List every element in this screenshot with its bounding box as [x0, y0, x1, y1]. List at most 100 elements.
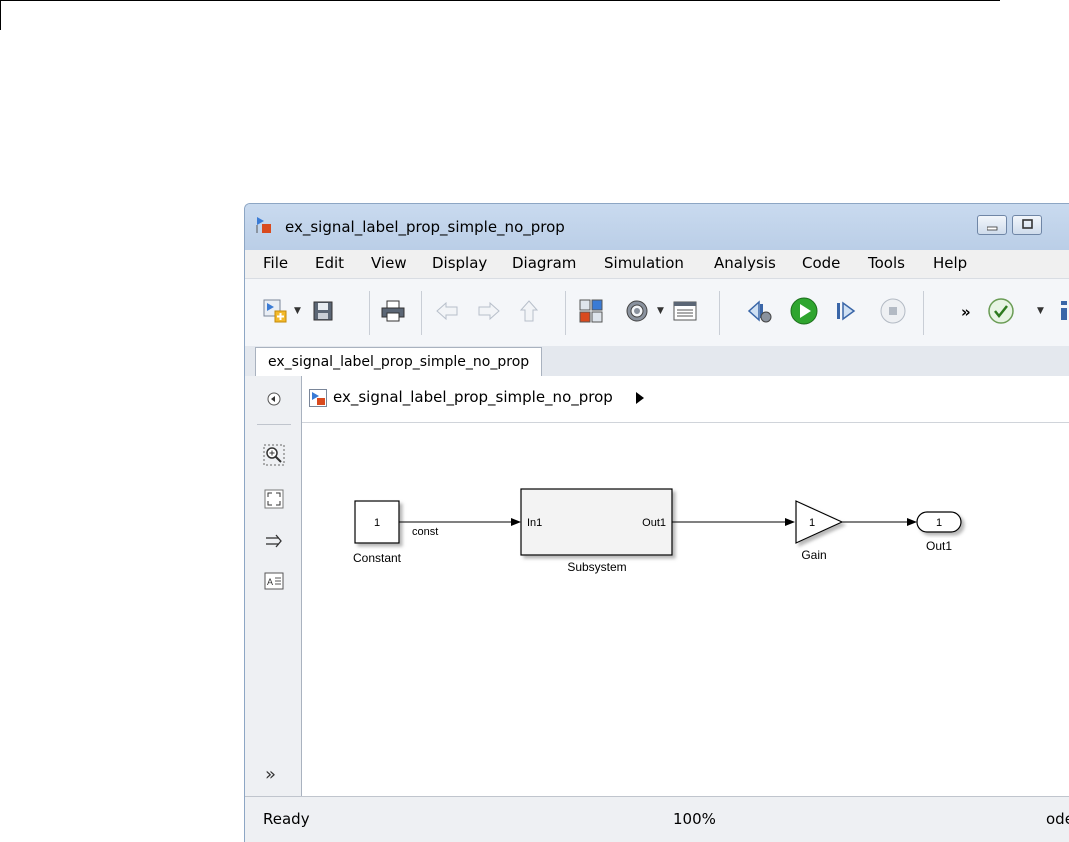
constant-value: 1	[374, 517, 380, 529]
sidebar-divider	[257, 424, 291, 425]
diagram-sidebar: A »	[245, 376, 302, 796]
breadcrumb-model-name[interactable]: ex_signal_label_prop_simple_no_prop	[333, 388, 613, 406]
fit-to-view-button[interactable]	[263, 488, 285, 510]
constant-block[interactable]: 1 Constant	[353, 500, 402, 565]
maximize-icon	[1022, 219, 1033, 229]
zoom-button[interactable]	[263, 444, 285, 466]
hide-explorer-button[interactable]	[263, 388, 285, 410]
sidebar-expand-button[interactable]: »	[265, 764, 276, 785]
route-lines-button[interactable]	[263, 530, 285, 552]
menu-analysis[interactable]: Analysis	[714, 254, 776, 272]
simulink-model-icon	[256, 217, 271, 233]
signal-label-const[interactable]: const	[412, 526, 438, 538]
stop-button[interactable]	[877, 295, 909, 327]
menu-edit[interactable]: Edit	[315, 254, 344, 272]
forward-button[interactable]	[473, 295, 505, 327]
run-play-icon	[790, 297, 818, 325]
fit-view-icon	[264, 489, 284, 509]
step-back-icon	[747, 300, 772, 323]
model-explorer-button[interactable]	[669, 295, 701, 327]
constant-label: Constant	[353, 551, 402, 565]
step-forward-button[interactable]	[829, 295, 861, 327]
gain-block[interactable]: 1 Gain	[795, 500, 844, 562]
toolbar-separator	[421, 291, 422, 335]
breadcrumb: ex_signal_label_prop_simple_no_prop	[302, 376, 1069, 423]
status-text: Ready	[263, 810, 310, 828]
subsystem-block[interactable]: In1 Out1 Subsystem	[520, 488, 673, 574]
subsystem-in-port: In1	[527, 517, 542, 529]
check-circle-icon	[988, 298, 1014, 324]
stop-icon	[880, 298, 906, 324]
model-breadcrumb-icon[interactable]	[309, 389, 327, 407]
subsystem-label: Subsystem	[567, 560, 626, 574]
toolbar-separator	[719, 291, 720, 335]
config-dropdown-icon[interactable]: ▼	[657, 306, 664, 316]
toolbar: ▼ ▼ » ▼	[245, 278, 1069, 347]
menu-display[interactable]: Display	[432, 254, 487, 272]
zoom-icon	[263, 444, 285, 466]
menu-diagram[interactable]: Diagram	[512, 254, 576, 272]
minimize-icon	[987, 226, 998, 231]
back-button[interactable]	[431, 295, 463, 327]
outport-block[interactable]: 1 Out1	[916, 511, 962, 553]
simulink-window: ex_signal_label_prop_simple_no_prop File…	[244, 203, 1069, 842]
up-arrow-icon	[519, 300, 539, 322]
block-diagram: 1 Constant const In1 Out1 Subsystem 1 Ga…	[353, 488, 962, 574]
model-config-button[interactable]	[621, 295, 653, 327]
new-model-dropdown-icon[interactable]: ▼	[294, 306, 301, 316]
title-bar[interactable]: ex_signal_label_prop_simple_no_prop	[245, 204, 1069, 254]
menu-bar: File Edit View Display Diagram Simulatio…	[245, 250, 1069, 278]
solver-name[interactable]: ode	[1046, 810, 1069, 828]
subsystem-out-port: Out1	[642, 517, 666, 529]
new-model-icon	[263, 299, 287, 323]
menu-file[interactable]: File	[263, 254, 288, 272]
menu-view[interactable]: View	[371, 254, 407, 272]
status-bar: Ready 100% ode	[245, 796, 1069, 842]
up-button[interactable]	[513, 295, 545, 327]
tab-strip: ex_signal_label_prop_simple_no_prop	[245, 346, 1069, 377]
print-icon	[381, 300, 405, 322]
run-button[interactable]	[788, 295, 820, 327]
toolbar-clipped-button[interactable]	[1055, 295, 1069, 327]
arrows-right-icon	[266, 534, 282, 548]
step-forward-icon	[837, 301, 856, 321]
toolbar-separator	[565, 291, 566, 335]
back-arrow-icon	[436, 301, 458, 321]
window-title: ex_signal_label_prop_simple_no_prop	[285, 218, 565, 236]
advisor-dropdown-icon[interactable]: ▼	[1037, 306, 1044, 316]
gain-value: 1	[809, 517, 815, 529]
save-icon	[313, 301, 333, 321]
menu-code[interactable]: Code	[802, 254, 840, 272]
library-browser-button[interactable]	[575, 295, 607, 327]
page-rule	[0, 0, 1000, 1]
menu-simulation[interactable]: Simulation	[604, 254, 684, 272]
tab-model[interactable]: ex_signal_label_prop_simple_no_prop	[255, 347, 543, 376]
maximize-button[interactable]	[1012, 215, 1042, 235]
toolbar-overflow-button[interactable]: »	[961, 303, 971, 321]
annotation-icon: A	[264, 572, 284, 590]
model-canvas[interactable]: 1 Constant const In1 Out1 Subsystem 1 Ga…	[302, 423, 1069, 796]
model-explorer-icon	[673, 301, 697, 321]
forward-arrow-icon	[478, 301, 500, 321]
toolbar-separator	[369, 291, 370, 335]
outport-value: 1	[936, 517, 942, 529]
svg-text:A: A	[267, 577, 273, 587]
zoom-level[interactable]: 100%	[673, 810, 716, 828]
model-advisor-button[interactable]	[985, 295, 1017, 327]
page-rule-vertical	[0, 0, 1, 30]
gear-icon	[626, 300, 648, 322]
save-button[interactable]	[307, 295, 339, 327]
debug-icon	[1061, 301, 1067, 320]
step-back-button[interactable]	[743, 295, 775, 327]
annotation-button[interactable]: A	[263, 570, 285, 592]
outport-label: Out1	[926, 539, 952, 553]
breadcrumb-arrow-icon[interactable]	[636, 392, 644, 404]
new-model-button[interactable]	[259, 295, 291, 327]
gain-label: Gain	[801, 548, 826, 562]
menu-tools[interactable]: Tools	[868, 254, 905, 272]
library-browser-icon	[579, 299, 603, 323]
minimize-button[interactable]	[977, 215, 1007, 235]
print-button[interactable]	[377, 295, 409, 327]
circle-arrow-left-icon	[267, 392, 281, 406]
menu-help[interactable]: Help	[933, 254, 967, 272]
